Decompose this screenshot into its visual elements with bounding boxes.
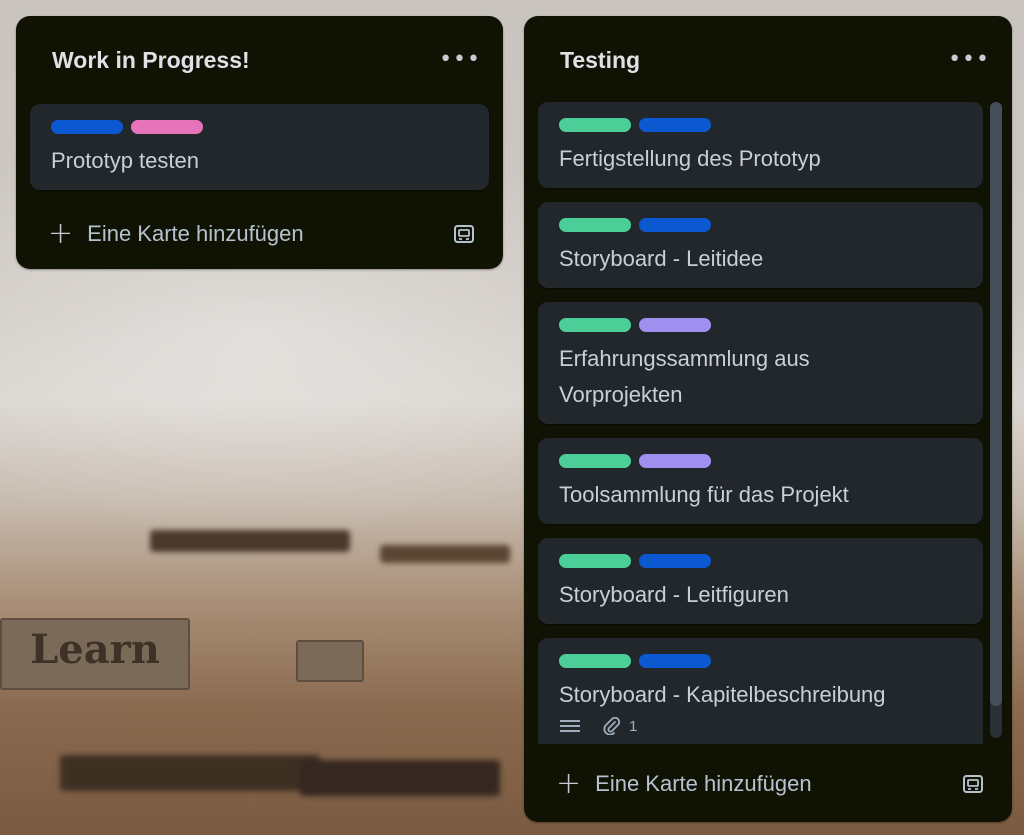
card-template-icon[interactable]	[453, 223, 475, 245]
ellipsis-icon[interactable]: •••	[948, 49, 990, 71]
card[interactable]: Toolsammlung für das Projekt	[538, 438, 983, 524]
background-blur	[60, 755, 320, 791]
card[interactable]: Prototyp testen	[30, 104, 489, 190]
card-labels	[51, 120, 468, 134]
list-title: Work in Progress!	[52, 46, 250, 73]
card-labels	[559, 218, 962, 232]
card-labels	[559, 554, 962, 568]
list-title: Testing	[560, 46, 641, 73]
card-title: Erfahrungssammlung aus Vorprojekten	[559, 346, 810, 407]
background-blur	[300, 760, 500, 796]
card-labels	[559, 454, 962, 468]
scrollbar-track[interactable]	[990, 102, 1002, 738]
label-blue[interactable]	[639, 654, 711, 668]
letterpress-blocks: Learn	[0, 618, 190, 690]
plus-icon: +	[48, 216, 74, 251]
background-blur	[380, 545, 510, 563]
label-blue[interactable]	[639, 118, 711, 132]
add-card-left: + Eine Karte hinzufügen	[556, 769, 812, 799]
list-testing: Testing ••• Fertigstellung des Prototyp …	[524, 16, 1012, 822]
scrollbar-thumb[interactable]	[990, 102, 1002, 706]
list-work-in-progress: Work in Progress! ••• Prototyp testen + …	[16, 16, 503, 269]
list-header: Testing •••	[524, 16, 1012, 104]
label-purple[interactable]	[639, 318, 711, 332]
card-labels	[559, 654, 962, 668]
attachment-count: 1	[629, 717, 638, 735]
card-labels	[559, 318, 962, 332]
letterpress-block	[296, 640, 364, 682]
label-blue[interactable]	[639, 554, 711, 568]
description-icon	[560, 720, 580, 732]
add-card-button[interactable]: + Eine Karte hinzufügen	[524, 754, 1012, 814]
card-title: Storyboard - Kapitelbeschreibung	[559, 682, 886, 707]
card[interactable]: Storyboard - Kapitelbeschreibung 1	[538, 638, 983, 744]
label-green[interactable]	[559, 454, 631, 468]
label-purple[interactable]	[639, 454, 711, 468]
card-labels	[559, 118, 962, 132]
label-green[interactable]	[559, 218, 631, 232]
add-card-left: + Eine Karte hinzufügen	[48, 219, 304, 249]
attachment-badge: 1	[603, 717, 637, 735]
plus-icon: +	[556, 766, 582, 801]
card[interactable]: Storyboard - Leitfiguren	[538, 538, 983, 624]
label-green[interactable]	[559, 554, 631, 568]
label-blue[interactable]	[639, 218, 711, 232]
card-title: Fertigstellung des Prototyp	[559, 146, 821, 171]
card-container: Prototyp testen	[16, 104, 503, 190]
list-header: Work in Progress! •••	[16, 16, 503, 104]
label-pink[interactable]	[131, 120, 203, 134]
card-template-icon[interactable]	[962, 773, 984, 795]
ellipsis-icon[interactable]: •••	[439, 49, 481, 71]
card-title: Storyboard - Leitfiguren	[559, 582, 789, 607]
label-green[interactable]	[559, 318, 631, 332]
background-blur	[150, 530, 350, 552]
card-title: Toolsammlung für das Projekt	[559, 482, 849, 507]
label-green[interactable]	[559, 118, 631, 132]
card[interactable]: Fertigstellung des Prototyp	[538, 102, 983, 188]
card-list-scroll-area: Fertigstellung des Prototyp Storyboard -…	[538, 102, 983, 744]
add-card-button[interactable]: + Eine Karte hinzufügen	[16, 204, 503, 264]
add-card-label: Eine Karte hinzufügen	[595, 771, 812, 796]
card[interactable]: Storyboard - Leitidee	[538, 202, 983, 288]
paperclip-icon	[603, 717, 621, 735]
label-blue[interactable]	[51, 120, 123, 134]
card-badges: 1	[559, 717, 962, 735]
card-title: Storyboard - Leitidee	[559, 246, 764, 271]
letterpress-text: Learn	[30, 626, 160, 673]
add-card-label: Eine Karte hinzufügen	[87, 221, 304, 246]
card[interactable]: Erfahrungssammlung aus Vorprojekten	[538, 302, 983, 424]
card-title: Prototyp testen	[51, 148, 199, 173]
label-green[interactable]	[559, 654, 631, 668]
